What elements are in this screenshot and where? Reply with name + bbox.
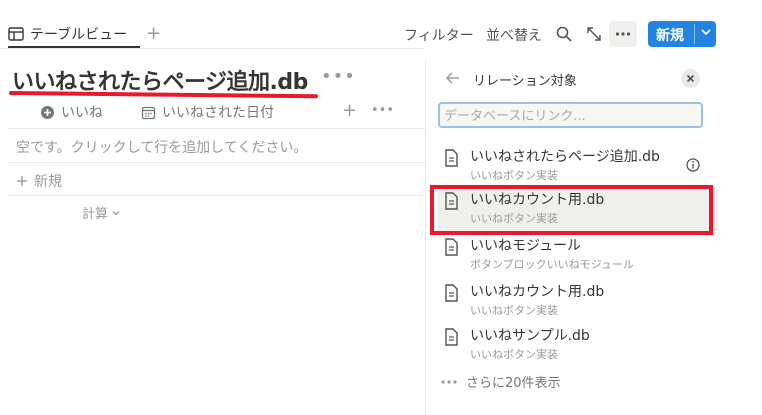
calculate-label: 計算 — [82, 207, 109, 222]
relation-item-workspace: いいねボタン実装 — [470, 304, 558, 317]
chevron-down-icon — [112, 210, 120, 215]
info-icon[interactable] — [686, 158, 700, 172]
page-icon — [445, 238, 458, 256]
relation-panel-title: リレーション対象 — [473, 74, 577, 89]
show-more-label: さらに20件表示 — [466, 376, 561, 391]
close-button[interactable] — [681, 69, 700, 88]
relation-item[interactable]: いいねされたらページ追加.db いいねボタン実装 — [438, 146, 718, 188]
row-divider — [8, 162, 425, 163]
calculate-button[interactable]: 計算 — [82, 203, 121, 222]
relation-item-name: いいねモジュール — [470, 238, 582, 254]
title-more-button[interactable]: ••• — [321, 66, 356, 87]
page-icon — [445, 284, 458, 302]
new-row-button[interactable]: 新規 — [16, 171, 62, 191]
expand-icon[interactable] — [585, 25, 603, 43]
column-header-date[interactable]: いいねされた日付 — [141, 102, 274, 122]
calendar-icon — [141, 106, 156, 119]
new-row-label: 新規 — [34, 174, 62, 190]
new-button-separator — [694, 24, 695, 44]
filter-button[interactable]: フィルター — [404, 25, 474, 45]
add-column-button[interactable]: + — [342, 100, 357, 121]
search-icon[interactable] — [555, 25, 573, 43]
column-label: いいねされた日付 — [162, 105, 274, 121]
relation-item-name: いいねカウント用.db — [470, 284, 605, 300]
column-more-button[interactable]: ••• — [371, 103, 394, 118]
new-button[interactable]: 新規 — [648, 21, 716, 47]
header-divider — [8, 128, 425, 129]
relation-item-workspace: いいねボタン実装 — [470, 169, 558, 182]
tab-divider — [0, 48, 425, 49]
page-icon — [445, 328, 458, 346]
page-icon — [445, 149, 458, 167]
empty-table-message[interactable]: 空です。クリックして行を追加してください。 — [16, 137, 307, 157]
new-button-label: 新規 — [656, 28, 684, 44]
close-icon — [686, 74, 695, 83]
table-icon — [8, 27, 24, 41]
relation-item-workspace: いいねボタン実装 — [470, 348, 558, 361]
row-divider — [8, 195, 425, 196]
sort-button[interactable]: 並べ替え — [486, 25, 542, 45]
tab-label: テーブルビュー — [30, 27, 128, 43]
relation-item-name: いいねサンプル.db — [470, 328, 590, 344]
more-options-button[interactable] — [609, 21, 637, 47]
plus-icon — [17, 176, 27, 186]
more-icon — [615, 32, 631, 36]
plus-circle-icon — [41, 105, 54, 119]
relation-item-name: いいねされたらページ追加.db — [470, 149, 660, 165]
red-box-annotation — [430, 185, 713, 235]
column-label: いいね — [61, 105, 103, 121]
relation-item[interactable]: いいねサンプル.db いいねボタン実装 — [438, 325, 718, 367]
add-view-button[interactable]: + — [146, 22, 161, 46]
show-more-button[interactable]: さらに20件表示 — [440, 372, 561, 391]
database-search-box[interactable] — [438, 102, 703, 128]
more-icon — [441, 379, 457, 384]
tab-table-view[interactable]: テーブルビュー — [8, 22, 127, 46]
column-header-iine[interactable]: いいね — [40, 102, 103, 122]
relation-item[interactable]: いいねカウント用.db いいねボタン実装 — [438, 281, 718, 323]
back-arrow-icon[interactable] — [445, 70, 461, 86]
chevron-down-icon[interactable] — [699, 25, 713, 39]
database-search-input[interactable] — [444, 107, 694, 125]
relation-item-workspace: ボタンブロックいいねモジュール — [470, 258, 634, 271]
relation-item[interactable]: いいねモジュール ボタンブロックいいねモジュール — [438, 235, 718, 277]
